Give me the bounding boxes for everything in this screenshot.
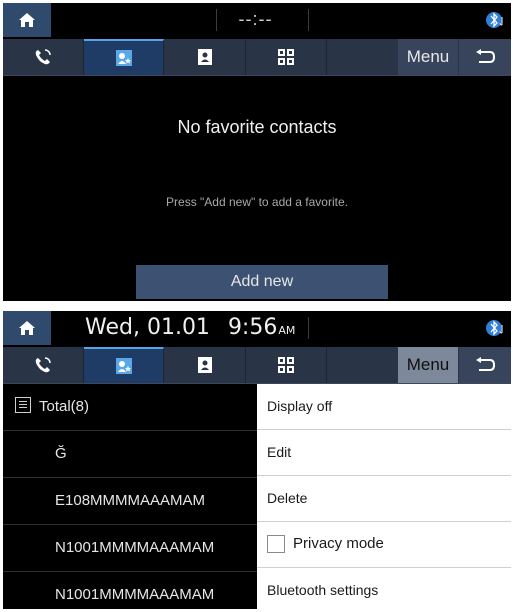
home-button[interactable]: [3, 3, 51, 37]
tab-call-history[interactable]: [3, 347, 84, 383]
tab-contacts[interactable]: [165, 39, 246, 75]
menu-item-privacy-mode[interactable]: Privacy mode: [257, 522, 511, 568]
bluetooth-phone-icon: [486, 320, 503, 336]
menu-item-label: Bluetooth settings: [267, 582, 379, 598]
favorites-menu-screen: Wed, 01.01 9:56AM Menu Total(8) Ğ E108MM…: [3, 311, 511, 609]
ampm: AM: [278, 324, 296, 337]
bluetooth-phone-icon: [486, 12, 503, 28]
menu-item-delete[interactable]: Delete: [257, 476, 511, 522]
tab-favorites[interactable]: [84, 39, 164, 75]
menu-item-label: Display off: [267, 398, 333, 414]
call-history-icon: [35, 357, 51, 373]
phone-tab-bar: Menu: [3, 347, 511, 384]
total-label: Total(8): [39, 398, 90, 415]
date: Wed, 01.01: [85, 315, 210, 340]
dial-pad-icon: [278, 49, 294, 65]
favorites-empty-screen: --:-- Menu No favorite contacts Press "A…: [3, 3, 511, 301]
contacts-icon: [198, 357, 212, 373]
time: 9:56: [227, 315, 278, 340]
menu-item-bluetooth-settings[interactable]: Bluetooth settings: [257, 568, 511, 609]
empty-state-hint: Press "Add new" to add a favorite.: [166, 195, 348, 209]
contact-name: Ğ: [55, 445, 67, 462]
options-menu: Display off Edit Delete Privacy mode Blu…: [257, 384, 511, 609]
menu-item-edit[interactable]: Edit: [257, 430, 511, 476]
home-icon: [19, 13, 35, 27]
status-bar: --:--: [3, 3, 511, 37]
status-divider: [308, 317, 309, 339]
dial-pad-icon: [278, 357, 294, 373]
empty-state-title: No favorite contacts: [177, 117, 337, 137]
call-history-icon: [35, 49, 51, 65]
back-button[interactable]: [459, 39, 511, 75]
status-divider: [308, 9, 309, 31]
tab-favorites[interactable]: [84, 347, 164, 383]
back-button[interactable]: [459, 347, 511, 383]
contact-name: N1001MMMMAAAMAM: [55, 586, 215, 603]
clock: --:--: [238, 9, 273, 29]
tab-contacts[interactable]: [165, 347, 246, 383]
contacts-icon: [198, 49, 212, 65]
tab-dial-pad[interactable]: [246, 39, 327, 75]
menu-item-label: Privacy mode: [293, 535, 384, 552]
contact-name: N1001MMMMAAAMAM: [55, 539, 215, 556]
phone-tab-bar: Menu: [3, 39, 511, 76]
list-icon: [15, 397, 31, 413]
favorites-icon: [115, 50, 132, 66]
add-new-button[interactable]: Add new: [136, 265, 388, 299]
list-item[interactable]: Ğ: [3, 431, 257, 478]
status-bar: Wed, 01.01 9:56AM: [3, 311, 511, 345]
favorites-icon: [115, 358, 132, 374]
list-item[interactable]: E108MMMMAAAMAM: [3, 478, 257, 525]
tab-dial-pad[interactable]: [246, 347, 327, 383]
favorites-list: Total(8) Ğ E108MMMMAAAMAM N1001MMMMAAAMA…: [3, 384, 257, 609]
tab-call-history[interactable]: [3, 39, 84, 75]
privacy-mode-checkbox[interactable]: [267, 535, 285, 553]
list-item[interactable]: N1001MMMMAAAMAM: [3, 572, 257, 609]
menu-item-label: Delete: [267, 490, 308, 506]
contact-name: E108MMMMAAAMAM: [55, 492, 206, 509]
menu-item-display-off[interactable]: Display off: [257, 384, 511, 430]
menu-item-label: Edit: [267, 444, 292, 460]
back-arrow-icon: [476, 357, 496, 371]
total-row: Total(8): [3, 384, 257, 431]
list-item[interactable]: N1001MMMMAAAMAM: [3, 525, 257, 572]
home-button[interactable]: [3, 311, 51, 345]
date-time: Wed, 01.01 9:56AM: [85, 315, 295, 340]
menu-button[interactable]: Menu: [398, 39, 458, 75]
home-icon: [19, 321, 35, 335]
menu-button[interactable]: Menu: [398, 347, 458, 383]
back-arrow-icon: [476, 49, 496, 63]
